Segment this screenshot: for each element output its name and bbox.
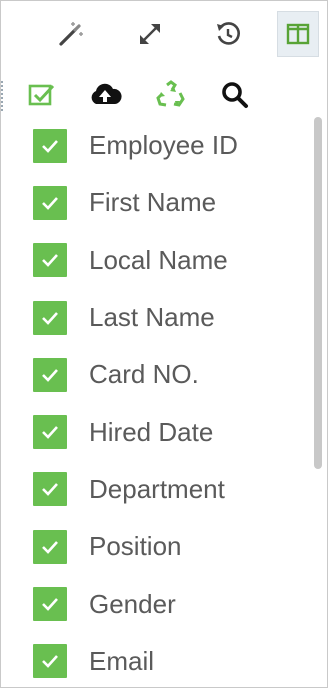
column-option-row[interactable]: Card NO.	[1, 346, 301, 403]
recycle-icon	[156, 80, 185, 107]
fullscreen-button[interactable]	[129, 11, 171, 57]
column-checkbox[interactable]	[33, 529, 67, 564]
column-chooser-panel: Employee ID First Name Local Name Last Name…	[0, 0, 328, 688]
recycle-button[interactable]	[153, 77, 189, 113]
column-checkbox[interactable]	[33, 243, 67, 278]
column-checkbox[interactable]	[33, 472, 67, 507]
history-button[interactable]	[207, 11, 249, 57]
column-option-row[interactable]: Last Name	[1, 289, 301, 346]
column-option-row[interactable]: Hired Date	[1, 403, 301, 460]
checkmark-icon	[42, 254, 58, 268]
column-list: Employee ID First Name Local Name Last Name…	[1, 117, 301, 687]
column-checkbox[interactable]	[33, 185, 67, 220]
top-toolbar	[1, 1, 327, 69]
column-toolbar	[1, 69, 327, 121]
checkmark-icon	[42, 311, 58, 325]
cloud-upload-icon	[91, 83, 122, 104]
column-checkbox[interactable]	[33, 357, 67, 392]
columns-icon	[286, 23, 310, 45]
checkmark-icon	[42, 540, 58, 554]
checkmark-icon	[42, 483, 58, 497]
select-all-checkbox-icon	[28, 84, 55, 106]
checkmark-icon	[42, 655, 58, 669]
column-option-row[interactable]: Local Name	[1, 232, 301, 289]
magic-wand-button[interactable]	[49, 11, 91, 57]
column-label: Gender	[89, 588, 176, 619]
checkmark-icon	[42, 426, 58, 440]
select-all-button[interactable]	[23, 77, 59, 113]
column-label: Hired Date	[89, 416, 214, 447]
column-checkbox[interactable]	[33, 644, 67, 679]
upload-button[interactable]	[87, 77, 123, 113]
column-label: Employee ID	[89, 130, 238, 161]
checkmark-icon	[42, 197, 58, 210]
column-checkbox[interactable]	[33, 415, 67, 450]
column-checkbox[interactable]	[33, 587, 67, 622]
column-label: Local Name	[89, 244, 228, 275]
column-option-row[interactable]: Department	[1, 461, 301, 518]
checkmark-icon	[42, 368, 58, 382]
column-label: Email	[89, 645, 155, 676]
column-option-row[interactable]: Position	[1, 518, 301, 575]
column-label: First Name	[89, 187, 217, 218]
column-label: Position	[89, 531, 182, 562]
checkmark-icon	[42, 139, 58, 153]
scrollbar-thumb[interactable]	[314, 117, 322, 469]
column-label: Last Name	[89, 302, 215, 333]
search-icon	[222, 82, 248, 108]
column-label: Department	[89, 473, 225, 504]
column-checkbox[interactable]	[33, 300, 67, 335]
column-option-row[interactable]: Gender	[1, 575, 301, 632]
magic-wand-icon	[59, 22, 83, 46]
expand-arrows-icon	[140, 24, 160, 44]
checkmark-icon	[42, 598, 58, 611]
history-icon	[217, 22, 240, 45]
column-option-row[interactable]: Employee ID	[1, 117, 301, 174]
column-checkbox[interactable]	[33, 128, 67, 163]
columns-button[interactable]	[277, 11, 319, 57]
column-option-row[interactable]: First Name	[1, 174, 301, 231]
column-label: Card NO.	[89, 359, 199, 390]
search-button[interactable]	[217, 77, 253, 113]
scrollbar[interactable]	[311, 111, 323, 681]
column-option-row[interactable]: Email	[1, 633, 301, 687]
